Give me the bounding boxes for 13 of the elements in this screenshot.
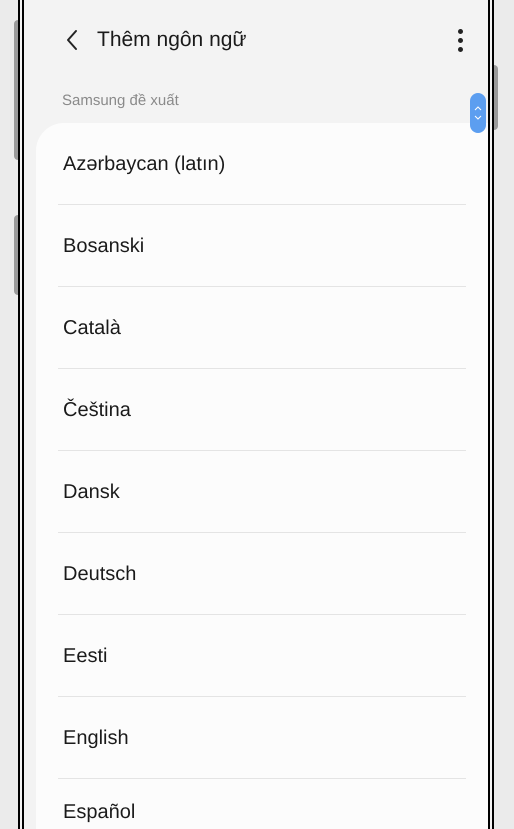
language-item[interactable]: Azərbaycan (latın)	[58, 148, 226, 178]
language-item[interactable]: Català	[58, 312, 121, 342]
language-item[interactable]: Čeština	[58, 394, 131, 424]
language-item[interactable]: Dansk	[58, 476, 120, 506]
chevron-left-icon	[65, 29, 79, 51]
fast-scroll-handle[interactable]	[470, 93, 486, 133]
language-item[interactable]: English	[58, 722, 129, 752]
language-item[interactable]: Bosanski	[58, 230, 144, 260]
language-item[interactable]: Deutsch	[58, 558, 136, 588]
page-title: Thêm ngôn ngữ	[97, 27, 246, 54]
section-label: Samsung đề xuất	[62, 91, 179, 112]
language-item[interactable]: Eesti	[58, 640, 108, 670]
language-item[interactable]: Español	[58, 797, 136, 827]
